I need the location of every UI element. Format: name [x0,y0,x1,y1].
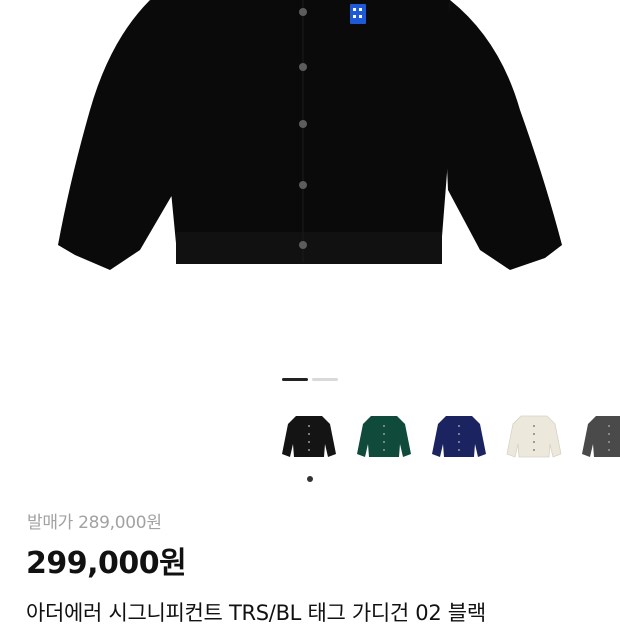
pager-indicator[interactable] [312,378,338,381]
cardigan-image [58,0,562,270]
color-options [280,412,620,462]
image-pager[interactable] [282,378,338,381]
color-option-black[interactable] [280,412,338,460]
color-option-charcoal[interactable] [580,412,620,460]
selected-color-marker [307,476,313,482]
current-price: 299,000원 [26,546,187,581]
product-main-image[interactable] [0,0,620,300]
pager-indicator-active[interactable] [282,378,308,381]
color-option-green[interactable] [355,412,413,460]
color-option-ivory[interactable] [505,412,563,460]
color-option-navy[interactable] [430,412,488,460]
product-title: 아더에러 시그니피컨트 TRS/BL 태그 가디건 02 블랙 [26,601,486,625]
release-price: 발매가 289,000원 [27,513,162,533]
